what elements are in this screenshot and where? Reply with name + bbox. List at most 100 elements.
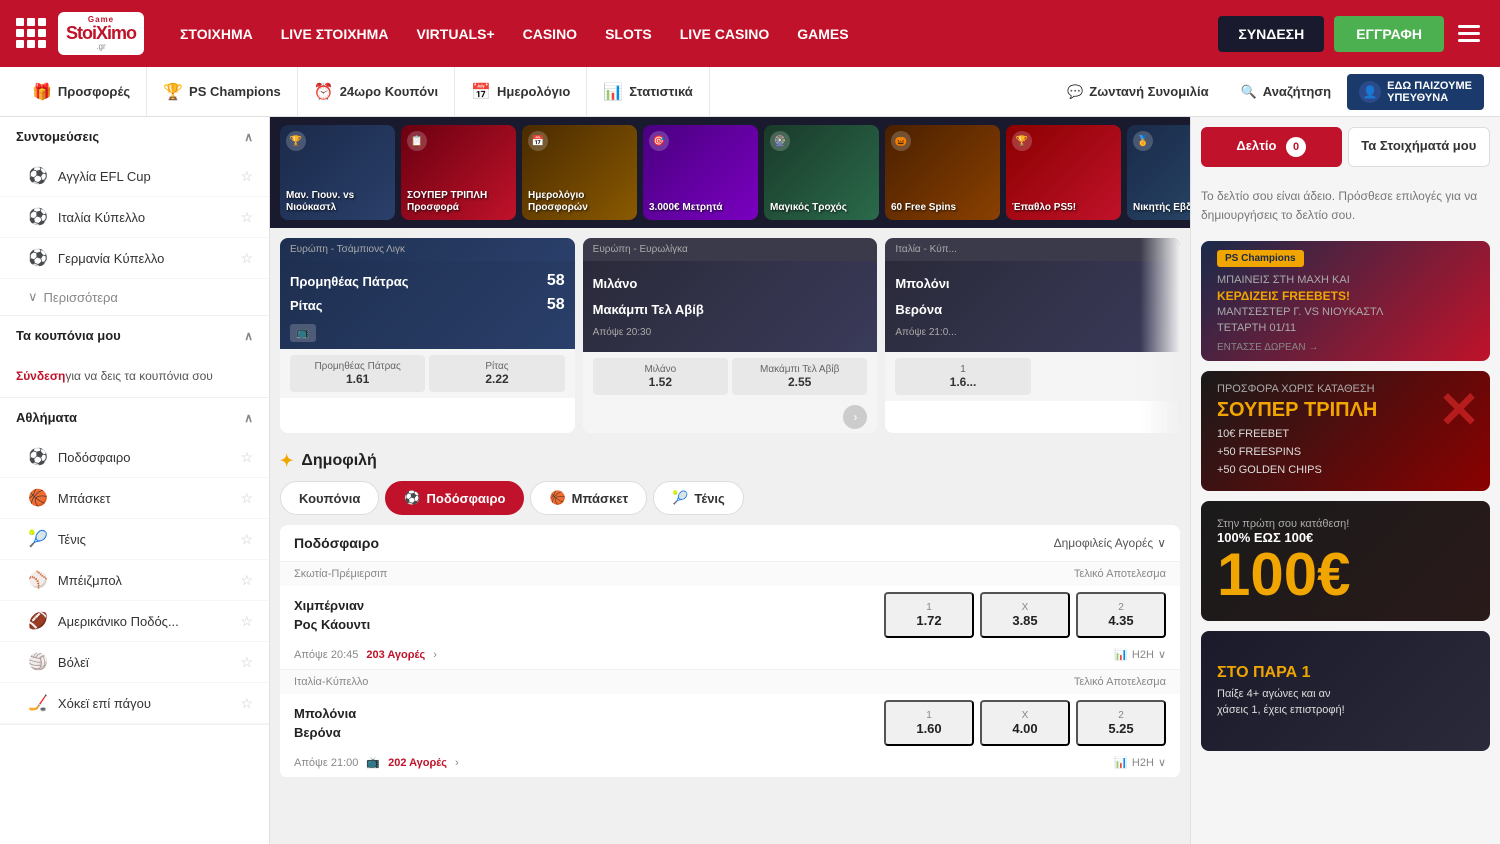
h2h-link-2[interactable]: 📊 H2H ∨ xyxy=(1114,756,1166,769)
match-card-body-2: Μιλάνο Μακάμπι Τελ Αβίβ Απόψε 20:30 xyxy=(583,261,878,352)
ps-champions-card-icon: 🏆 xyxy=(286,131,306,151)
shortcuts-header[interactable]: Συντομεύσεις ∧ xyxy=(0,117,269,156)
odd-x-m2[interactable]: X 4.00 xyxy=(980,700,1070,746)
sports-header[interactable]: Αθλήματα ∧ xyxy=(0,398,269,437)
star-icon-tennis[interactable]: ☆ xyxy=(240,531,253,548)
h2h-link-1[interactable]: 📊 H2H ∨ xyxy=(1114,648,1166,661)
promo-card-magic-wheel[interactable]: 🎡 Μαγικός Τροχός xyxy=(764,125,879,220)
sports-label: Αθλήματα xyxy=(16,410,77,425)
sidebar-item-tennis[interactable]: 🎾 Τένις ☆ xyxy=(0,519,269,560)
markets-link-1[interactable]: 203 Αγορές xyxy=(366,649,425,661)
odds-group-2: 1 1.60 X 4.00 2 5.25 xyxy=(884,700,1166,746)
odd-x-m1[interactable]: X 3.85 xyxy=(980,592,1070,638)
odd-2-m2[interactable]: 2 5.25 xyxy=(1076,700,1166,746)
match-card-header-1: Ευρώπη - Τσάμπιονς Λιγκ xyxy=(280,238,575,261)
hockey-icon: 🏒 xyxy=(28,693,48,713)
promo-card-calendar[interactable]: 📅 Ημερολόγιο Προσφορών xyxy=(522,125,637,220)
star-icon-basketball[interactable]: ☆ xyxy=(240,490,253,507)
odd-button-m1-2[interactable]: Ρίτας 2.22 xyxy=(429,355,564,392)
promo-banner-3[interactable]: Στην πρώτη σου κατάθεση! 100% ΕΩΣ 100€ 1… xyxy=(1201,501,1490,621)
tab-basketball[interactable]: 🏀 Μπάσκετ xyxy=(530,481,647,515)
sidebar-item-efl-cup[interactable]: ⚽ Αγγλία EFL Cup ☆ xyxy=(0,156,269,197)
star-icon-baseball[interactable]: ☆ xyxy=(240,572,253,589)
register-button[interactable]: ΕΓΓΡΑΦΗ xyxy=(1334,16,1444,52)
promo-banner-2[interactable]: ΠΡΟΣΦΟΡΑ ΧΩΡΙΣ ΚΑΤΑΘΕΣΗ ΣΟΥΠΕΡ ΤΡΙΠΛΗ 10… xyxy=(1201,371,1490,491)
sidebar-item-hockey[interactable]: 🏒 Χόκεϊ επί πάγου ☆ xyxy=(0,683,269,724)
sport-table: Ποδόσφαιρο Δημοφιλείς Αγορές ∨ Σκωτία-Πρ… xyxy=(280,525,1180,778)
odd-2-m1[interactable]: 2 4.35 xyxy=(1076,592,1166,638)
star-icon-football[interactable]: ☆ xyxy=(240,449,253,466)
sidebar-item-germany-cup[interactable]: ⚽ Γερμανία Κύπελλο ☆ xyxy=(0,238,269,279)
nav-casino[interactable]: CASINO xyxy=(511,18,589,50)
markets-link-2[interactable]: 202 Αγορές xyxy=(388,757,447,769)
sidebar-item-football[interactable]: ⚽ Ποδόσφαιρο ☆ xyxy=(0,437,269,478)
my-coupons-header[interactable]: Τα κουπόνια μου ∧ xyxy=(0,316,269,355)
odd-button-m3-1[interactable]: 1 1.6... xyxy=(895,358,1030,395)
calendar-nav-item[interactable]: 📅 Ημερολόγιο xyxy=(455,67,587,116)
promo-card-free-spins[interactable]: 🎃 60 Free Spins xyxy=(885,125,1000,220)
main-layout: Συντομεύσεις ∧ ⚽ Αγγλία EFL Cup ☆ ⚽ Ιταλ… xyxy=(0,117,1500,844)
star-icon-italy[interactable]: ☆ xyxy=(240,209,253,226)
sidebar-item-baseball[interactable]: ⚾ Μπέιζμπολ ☆ xyxy=(0,560,269,601)
match2-next-button[interactable]: › xyxy=(843,405,867,429)
prosfores-nav-item[interactable]: 🎁 Προσφορές xyxy=(16,67,147,116)
odd-button-m2-2[interactable]: Μακάμπι Τελ Αβίβ 2.55 xyxy=(732,358,867,395)
promo-card-wheel[interactable]: 🎯 3.000€ Μετρητά xyxy=(643,125,758,220)
promo-banner-content-3: Στην πρώτη σου κατάθεση! 100% ΕΩΣ 100€ 1… xyxy=(1201,501,1490,621)
sidebar-item-volleyball[interactable]: 🏐 Βόλεϊ ☆ xyxy=(0,642,269,683)
promo-card-ps-battles[interactable]: 🏆 Έπαθλο PS5! xyxy=(1006,125,1121,220)
promo-banner-1[interactable]: PS Champions ΜΠΑΙΝΕΙΣ ΣΤΗ ΜΑΧΗ ΚΑΙ ΚΕΡΔΙ… xyxy=(1201,241,1490,361)
tab-football[interactable]: ⚽ Ποδόσφαιρο xyxy=(385,481,524,515)
match-team-row-2: Ρίτας 58 xyxy=(290,293,565,317)
sidebar-item-italy-cup[interactable]: ⚽ Ιταλία Κύπελλο ☆ xyxy=(0,197,269,238)
responsible-gaming-button[interactable]: 👤 ΕΔΩ ΠΑΙΖΟΥΜΕΥΠΕΥΘΥΝΑ xyxy=(1347,74,1484,110)
site-logo[interactable]: Game StoiXimo .gr xyxy=(58,12,144,56)
sidebar-item-american-football[interactable]: 🏈 Αμερικάνικο Ποδός... ☆ xyxy=(0,601,269,642)
star-icon-volleyball[interactable]: ☆ xyxy=(240,654,253,671)
tab-tennis[interactable]: 🎾 Τένις xyxy=(653,481,744,515)
odd-1-m2[interactable]: 1 1.60 xyxy=(884,700,974,746)
volleyball-icon: 🏐 xyxy=(28,652,48,672)
nav-virtuals[interactable]: VIRTUALS+ xyxy=(404,18,506,50)
statistics-nav-item[interactable]: 📊 Στατιστικά xyxy=(587,67,709,116)
shortcuts-more[interactable]: ∨ Περισσότερα xyxy=(0,279,269,315)
odd-val-m1-1: 1.61 xyxy=(346,372,369,386)
promo-b3-big: 100€ xyxy=(1217,545,1474,605)
star-icon-am-football[interactable]: ☆ xyxy=(240,613,253,630)
nav-stoixima[interactable]: ΣΤΟΙΧΗΜΑ xyxy=(168,18,265,50)
star-icon-hockey[interactable]: ☆ xyxy=(240,695,253,712)
tab-coupons[interactable]: Κουπόνια xyxy=(280,481,379,515)
main-content: 🏆 Μαν. Γιουν. vs Νιούκαστλ 📋 ΣΟΥΠΕΡ ΤΡΙΠ… xyxy=(270,117,1190,844)
star-icon-germany[interactable]: ☆ xyxy=(240,250,253,267)
coupons-login-text: Σύνδεσηγια να δεις τα κουπόνια σου xyxy=(16,367,253,385)
promo-card-winner-week[interactable]: 🏅 Νικητής Εβδομάδας xyxy=(1127,125,1190,220)
signin-button[interactable]: ΣΥΝΔΕΣΗ xyxy=(1218,16,1324,52)
sidebar-item-basketball[interactable]: 🏀 Μπάσκετ ☆ xyxy=(0,478,269,519)
star-icon-efl[interactable]: ☆ xyxy=(240,168,253,185)
betslip-tab-my-bets[interactable]: Τα Στοιχήματά μου xyxy=(1348,127,1491,167)
basketball-label: Μπάσκετ xyxy=(58,491,111,506)
grid-icon[interactable] xyxy=(16,18,46,48)
odd-button-m1-1[interactable]: Προμηθέας Πάτρας 1.61 xyxy=(290,355,425,392)
odd-1-m1[interactable]: 1 1.72 xyxy=(884,592,974,638)
coupon-24h-nav-item[interactable]: ⏰ 24ωρο Κουπόνι xyxy=(298,67,455,116)
betslip-tab1-label: Δελτίο xyxy=(1236,138,1276,153)
nav-live[interactable]: LIVE ΣΤΟΙΧΗΜΑ xyxy=(269,18,401,50)
match-card-body-1: Προμηθέας Πάτρας 58 Ρίτας 58 📺 xyxy=(280,261,575,349)
betslip-tab-active[interactable]: Δελτίο 0 xyxy=(1201,127,1342,167)
nav-live-casino[interactable]: LIVE CASINO xyxy=(668,18,781,50)
live-chat-button[interactable]: 💬 Ζωντανή Συνομιλία xyxy=(1051,67,1225,117)
nav-games[interactable]: GAMES xyxy=(785,18,860,50)
promo-banners-row: 🏆 Μαν. Γιουν. vs Νιούκαστλ 📋 ΣΟΥΠΕΡ ΤΡΙΠ… xyxy=(270,117,1190,228)
promo-card-super-triple[interactable]: 📋 ΣΟΥΠΕΡ ΤΡΙΠΛΗ Προσφορά xyxy=(401,125,516,220)
ps-champions-icon: 🏆 xyxy=(163,82,183,102)
ps-champions-nav-item[interactable]: 🏆 PS Champions xyxy=(147,67,298,116)
promo-card-ps-champions[interactable]: 🏆 Μαν. Γιουν. vs Νιούκαστλ xyxy=(280,125,395,220)
odd-button-m2-1[interactable]: Μιλάνο 1.52 xyxy=(593,358,728,395)
nav-slots[interactable]: SLOTS xyxy=(593,18,664,50)
hamburger-button[interactable] xyxy=(1454,21,1484,46)
search-button[interactable]: 🔍 Αναζήτηση xyxy=(1225,67,1348,117)
promo-banner-4[interactable]: ΣΤΟ ΠΑΡΑ 1 Παίξε 4+ αγώνες και ανχάσεις … xyxy=(1201,631,1490,751)
coupons-login-link[interactable]: Σύνδεση xyxy=(16,369,65,383)
popular-markets-button[interactable]: Δημοφιλείς Αγορές ∨ xyxy=(1054,536,1166,550)
